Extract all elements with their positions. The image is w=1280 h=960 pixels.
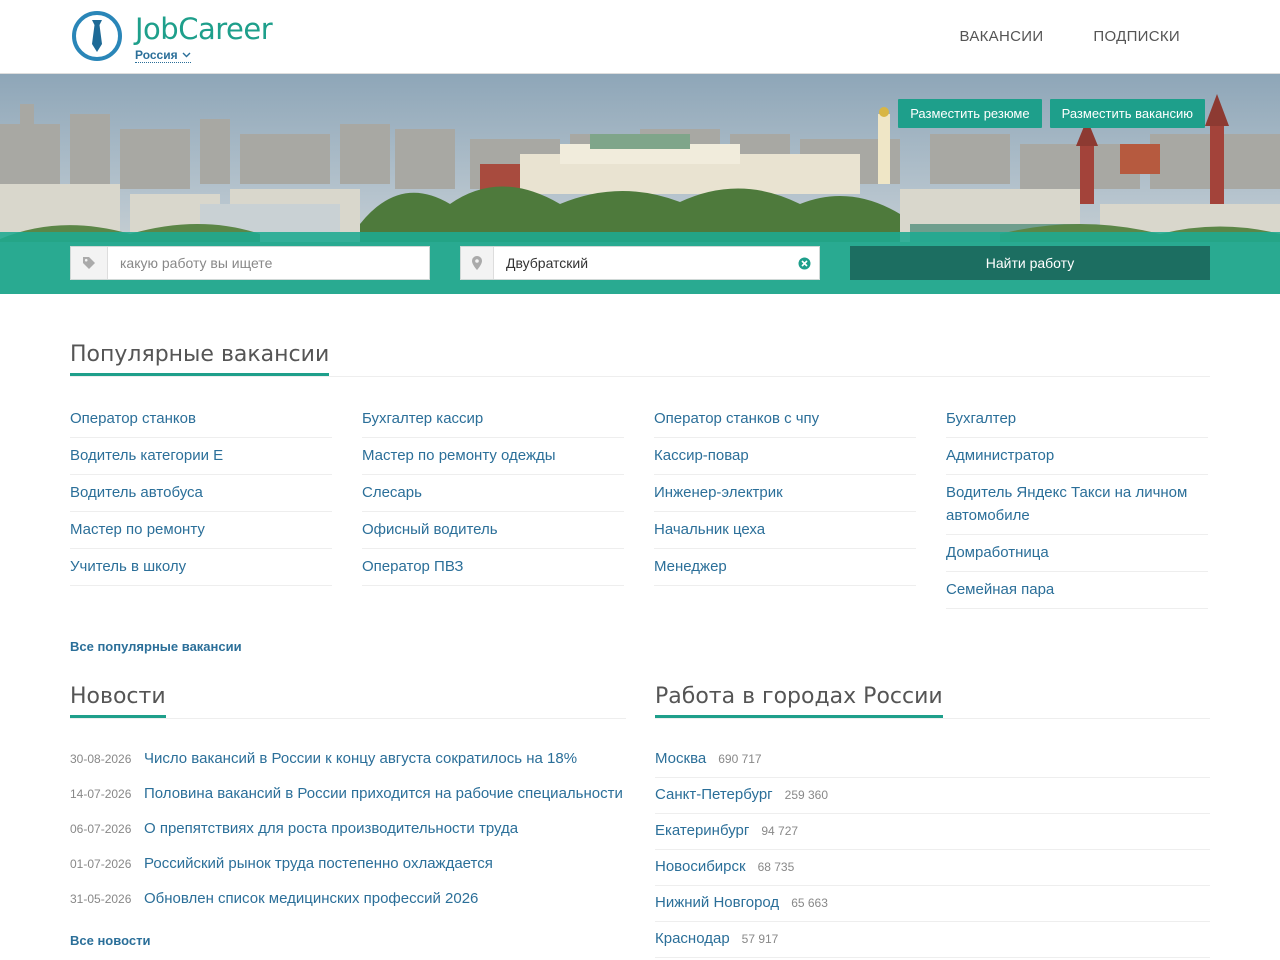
news-section: Новости 30-08-2026 Число вакансий в Росс… [70,684,626,950]
news-item: 31-05-2026 Обновлен список медицинских п… [70,882,626,917]
vacancy-link[interactable]: Бухгалтер [946,407,1208,438]
city-vacancy-count: 94 727 [761,824,799,838]
news-date: 14-07-2026 [70,787,132,801]
city-vacancy-count: 690 717 [718,752,762,766]
news-date: 30-08-2026 [70,752,132,766]
vacancy-link[interactable]: Офисный водитель [362,512,624,549]
cities-section: Работа в городах России Москва 690 717 С… [655,684,1210,958]
vacancy-link[interactable]: Семейная пара [946,572,1208,609]
vacancy-link[interactable]: Оператор станков с чпу [654,407,916,438]
vacancy-link[interactable]: Администратор [946,438,1208,475]
news-link[interactable]: Российский рынок труда постепенно охлажд… [144,854,493,874]
vacancy-link[interactable]: Оператор станков [70,407,332,438]
cities-list: Москва 690 717 Санкт-Петербург 259 360 Е… [655,749,1210,958]
news-item: 01-07-2026 Российский рынок труда постеп… [70,847,626,882]
query-input[interactable] [108,247,429,279]
logo[interactable]: JobCareer Россия [70,10,273,64]
city-item: Нижний Новгород 65 663 [655,886,1210,922]
city-vacancy-count: 65 663 [791,896,828,910]
nav-vacancies[interactable]: ВАКАНСИИ [960,28,1044,45]
vacancy-link[interactable]: Бухгалтер кассир [362,407,624,438]
vacancy-link[interactable]: Водитель автобуса [70,475,332,512]
site-header: JobCareer Россия ВАКАНСИИ ПОДПИСКИ [0,0,1280,74]
map-pin-icon [461,247,494,279]
news-link[interactable]: О препятствиях для роста производительно… [144,819,518,839]
section-title-cities: Работа в городах России [655,684,943,718]
nav-subscriptions[interactable]: ПОДПИСКИ [1093,28,1180,45]
city-vacancy-count: 68 735 [757,860,795,874]
clear-location-icon[interactable] [789,247,819,279]
tie-logo-icon [72,11,122,61]
location-field [460,246,820,280]
news-item: 30-08-2026 Число вакансий в России к кон… [70,749,626,777]
popular-column: Бухгалтер Администратор Водитель Яндекс … [946,407,1208,609]
city-vacancy-count: 57 917 [741,932,779,946]
vacancy-link[interactable]: Слесарь [362,475,624,512]
news-item: 06-07-2026 О препятствиях для роста прои… [70,812,626,847]
vacancy-link[interactable]: Домработница [946,535,1208,572]
city-vacancy-count: 259 360 [784,788,829,802]
hero-actions: Разместить резюме Разместить вакансию [898,99,1205,128]
news-link[interactable]: Половина вакансий в России приходится на… [144,784,623,804]
vacancy-link[interactable]: Менеджер [654,549,916,586]
section-title-news: Новости [70,684,166,718]
search-bar: Найти работу [0,232,1280,294]
news-item: 14-07-2026 Половина вакансий в России пр… [70,777,626,812]
city-link[interactable]: Санкт-Петербург [655,785,773,805]
news-date: 01-07-2026 [70,857,132,871]
vacancy-link[interactable]: Начальник цеха [654,512,916,549]
location-input[interactable] [494,247,789,279]
vacancy-link[interactable]: Водитель Яндекс Такси на личном автомоби… [946,475,1208,535]
news-list: 30-08-2026 Число вакансий в России к кон… [70,749,626,917]
popular-column: Оператор станков с чпу Кассир-повар Инже… [654,407,916,609]
city-item: Новосибирск 68 735 [655,850,1210,886]
main-nav: ВАКАНСИИ ПОДПИСКИ [960,28,1180,45]
vacancy-link[interactable]: Кассир-повар [654,438,916,475]
hero-banner: Разместить резюме Разместить вакансию На… [0,74,1280,294]
city-item: Москва 690 717 [655,749,1210,778]
popular-column: Оператор станков Водитель категории Е Во… [70,407,332,609]
brand-name: JobCareer [135,12,273,46]
city-link[interactable]: Москва [655,749,706,769]
news-link[interactable]: Число вакансий в России к концу августа … [144,749,577,769]
post-vacancy-button[interactable]: Разместить вакансию [1049,99,1205,128]
city-item: Екатеринбург 94 727 [655,814,1210,850]
query-field [70,246,430,280]
city-item: Санкт-Петербург 259 360 [655,778,1210,814]
city-link[interactable]: Нижний Новгород [655,893,779,913]
city-link[interactable]: Екатеринбург [655,821,749,841]
section-title-popular: Популярные вакансии [70,342,330,376]
vacancy-link[interactable]: Мастер по ремонту [70,512,332,549]
city-link[interactable]: Новосибирск [655,857,746,877]
region-selector[interactable]: Россия [135,48,191,63]
vacancy-link[interactable]: Оператор ПВЗ [362,549,624,586]
region-label: Россия [135,48,178,62]
chevron-down-icon [182,52,191,58]
city-link[interactable]: Краснодар [655,929,730,949]
all-news-link[interactable]: Все новости [70,933,150,948]
city-item: Краснодар 57 917 [655,922,1210,958]
popular-column: Бухгалтер кассир Мастер по ремонту одежд… [362,407,624,609]
news-link[interactable]: Обновлен список медицинских профессий 20… [144,889,478,909]
news-date: 31-05-2026 [70,892,132,906]
vacancy-link[interactable]: Водитель категории Е [70,438,332,475]
post-resume-button[interactable]: Разместить резюме [898,99,1042,128]
find-job-button[interactable]: Найти работу [850,246,1210,280]
popular-columns: Оператор станков Водитель категории Е Во… [70,407,1210,609]
vacancy-link[interactable]: Мастер по ремонту одежды [362,438,624,475]
news-date: 06-07-2026 [70,822,132,836]
vacancy-link[interactable]: Учитель в школу [70,549,332,586]
all-popular-vacancies-link[interactable]: Все популярные вакансии [70,639,242,654]
vacancy-link[interactable]: Инженер-электрик [654,475,916,512]
tag-icon [71,247,108,279]
popular-vacancies-section: Популярные вакансии Оператор станков Вод… [70,342,1210,656]
